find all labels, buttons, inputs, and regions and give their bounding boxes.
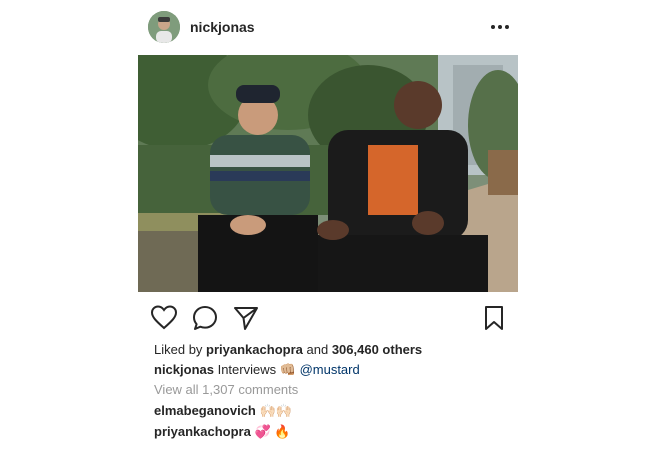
comment-username[interactable]: priyankachopra (154, 424, 251, 439)
bookmark-icon (485, 306, 503, 330)
caption: nickjonas Interviews 👊🏼 @mustard (154, 362, 360, 378)
share-button[interactable] (232, 304, 260, 332)
post-image (138, 55, 518, 292)
more-horizontal-icon (490, 25, 511, 29)
comment-item: priyankachopra 💞 🔥 (154, 424, 290, 440)
caption-emoji: 👊🏼 (279, 362, 296, 377)
comment-text: 🙌🏻🙌🏻 (259, 403, 292, 418)
instagram-post: nickjonas Liked by priyankachopra and 30… (0, 0, 650, 450)
view-all-comments-link[interactable]: View all 1,307 comments (154, 382, 298, 397)
comment-icon (193, 306, 217, 330)
comment-item: elmabeganovich 🙌🏻🙌🏻 (154, 403, 292, 419)
likes-prefix: Liked by (154, 342, 203, 357)
comment-username[interactable]: elmabeganovich (154, 403, 256, 418)
avatar[interactable] (148, 11, 180, 43)
comment-button[interactable] (191, 304, 219, 332)
liked-by-username[interactable]: priyankachopra (206, 342, 303, 357)
likes-joiner: and (306, 342, 329, 357)
comment-text: 💞 🔥 (254, 424, 291, 439)
post-header: nickjonas (148, 11, 518, 45)
save-button[interactable] (480, 304, 508, 332)
more-options-button[interactable] (488, 15, 512, 39)
avatar-image (148, 11, 180, 43)
caption-mention[interactable]: @mustard (300, 362, 360, 377)
send-icon (234, 307, 258, 330)
action-bar (150, 304, 510, 334)
post-photo[interactable] (138, 55, 518, 292)
like-button[interactable] (150, 304, 178, 332)
post-author-username[interactable]: nickjonas (190, 19, 255, 35)
caption-username[interactable]: nickjonas (154, 362, 214, 377)
heart-icon (150, 305, 178, 330)
caption-text: Interviews (217, 362, 277, 377)
likes-count[interactable]: 306,460 others (332, 342, 422, 357)
likes-line: Liked by priyankachopra and 306,460 othe… (154, 342, 422, 357)
